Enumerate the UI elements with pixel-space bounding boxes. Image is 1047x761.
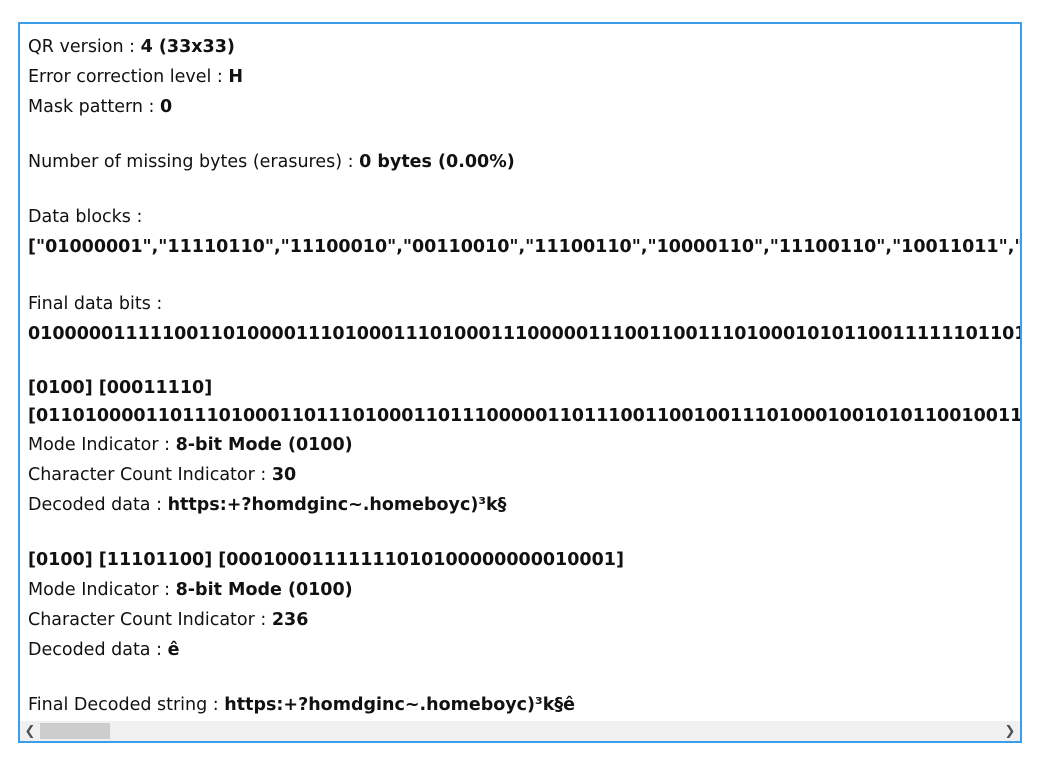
segment2-count-value: 236 [271, 610, 309, 630]
segment2-header: [0100] [11101100] [000100011111110101000… [28, 550, 624, 570]
qr-version-label: QR version : [28, 37, 141, 57]
final-bits-value: 0100000111110011010000111010001110100011… [28, 324, 1020, 344]
segment1-count-value: 30 [271, 465, 297, 485]
data-blocks-label: Data blocks : [28, 207, 143, 227]
mask-row: Mask pattern : 0 [28, 92, 1020, 122]
mask-value: 0 [159, 97, 173, 117]
ec-level-label: Error correction level : [28, 67, 229, 87]
segment2-decoded-row: Decoded data : ê [28, 635, 1020, 665]
segment1-header: [0100] [00011110] [28, 378, 213, 398]
output-text: QR version : 4 (33x33) Error correction … [28, 32, 1020, 720]
segment2-mode-label: Mode Indicator : [28, 580, 176, 600]
scrollbar-thumb[interactable] [40, 723, 110, 739]
mask-label: Mask pattern : [28, 97, 160, 117]
segment1-decoded-row: Decoded data : https:+?homdginc~.homeboy… [28, 490, 1020, 520]
decoder-output-panel: QR version : 4 (33x33) Error correction … [18, 22, 1022, 743]
horizontal-scrollbar[interactable]: ❮ ❯ [20, 721, 1020, 741]
chevron-left-icon[interactable]: ❮ [20, 721, 40, 741]
segment2-mode-value: 8-bit Mode (0100) [175, 580, 353, 600]
segment2-decoded-value: ê [167, 640, 180, 660]
missing-bytes-label: Number of missing bytes (erasures) : [28, 152, 360, 172]
missing-bytes-value: 0 bytes (0.00%) [359, 152, 515, 172]
segment1-count-label: Character Count Indicator : [28, 465, 272, 485]
output-content: QR version : 4 (33x33) Error correction … [20, 24, 1020, 721]
ec-level-row: Error correction level : H [28, 62, 1020, 92]
segment2-decoded-label: Decoded data : [28, 640, 168, 660]
data-blocks-value: ["01000001","11110110","11100010","00110… [28, 237, 1020, 257]
qr-version-row: QR version : 4 (33x33) [28, 32, 1020, 62]
segment1-mode-row: Mode Indicator : 8-bit Mode (0100) [28, 430, 1020, 460]
segment2-count-label: Character Count Indicator : [28, 610, 272, 630]
segment1-bits: [011010000110111010001101110100011011100… [28, 406, 1020, 426]
final-string-label: Final Decoded string : [28, 695, 225, 715]
segment2-mode-row: Mode Indicator : 8-bit Mode (0100) [28, 575, 1020, 605]
ec-level-value: H [228, 67, 244, 87]
segment2-count-row: Character Count Indicator : 236 [28, 605, 1020, 635]
chevron-right-icon[interactable]: ❯ [1000, 721, 1020, 741]
segment1-decoded-label: Decoded data : [28, 495, 168, 515]
final-bits-label: Final data bits : [28, 294, 163, 314]
segment1-decoded-value: https:+?homdginc~.homeboyc)³k§ [167, 495, 507, 515]
final-string-row: Final Decoded string : https:+?homdginc~… [28, 690, 1020, 720]
segment1-count-row: Character Count Indicator : 30 [28, 460, 1020, 490]
missing-bytes-row: Number of missing bytes (erasures) : 0 b… [28, 147, 1020, 177]
segment1-mode-label: Mode Indicator : [28, 435, 176, 455]
final-string-value: https:+?homdginc~.homeboyc)³k§ê [224, 695, 575, 715]
qr-version-value: 4 (33x33) [140, 37, 235, 57]
segment1-mode-value: 8-bit Mode (0100) [175, 435, 353, 455]
